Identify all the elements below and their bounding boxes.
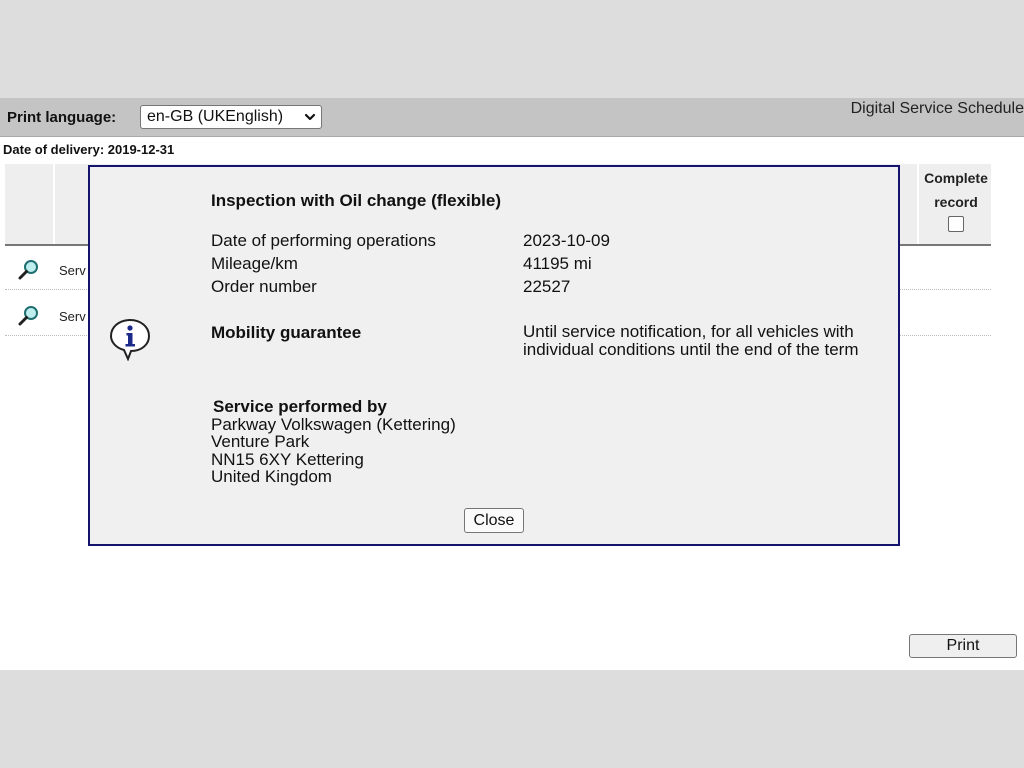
field-label-date: Date of performing operations <box>211 231 436 250</box>
field-value-date: 2023-10-09 <box>523 231 610 250</box>
service-performed-by-title: Service performed by <box>213 397 387 416</box>
chevron-down-icon <box>304 113 316 121</box>
complete-record-header-line1: Complete <box>924 170 988 186</box>
print-language-value: en-GB (UKEnglish) <box>147 108 284 125</box>
service-performed-by: Service performed by Parkway Volkswagen … <box>211 398 456 486</box>
dialog-title: Inspection with Oil change (flexible) <box>211 191 501 210</box>
print-button[interactable]: Print <box>909 634 1017 658</box>
complete-record-header: Complete record <box>921 164 991 244</box>
print-language-label: Print language: <box>7 109 117 126</box>
mobility-guarantee-value: Until service notification, for all vehi… <box>523 322 859 359</box>
field-label-order-number: Order number <box>211 277 317 296</box>
dealer-name: Parkway Volkswagen (Kettering) <box>211 414 456 434</box>
dealer-street: Venture Park <box>211 432 310 451</box>
magnifier-icon[interactable] <box>17 258 41 282</box>
field-value-order-number: 22527 <box>523 277 571 296</box>
service-detail-dialog: Inspection with Oil change (flexible) Da… <box>88 165 900 546</box>
close-button[interactable]: Close <box>464 508 524 533</box>
info-icon <box>109 318 151 361</box>
header-separator <box>917 164 919 244</box>
field-value-mileage: 41195 mi <box>523 254 592 273</box>
print-language-select[interactable]: en-GB (UKEnglish) <box>140 105 322 129</box>
header-separator <box>53 164 55 244</box>
complete-record-header-line2: record <box>934 194 978 210</box>
field-label-mileage: Mileage/km <box>211 254 298 273</box>
dealer-country: United Kingdom <box>211 467 332 486</box>
magnifier-icon[interactable] <box>17 304 41 328</box>
app-title: Digital Service Schedule <box>850 100 1024 117</box>
date-of-delivery: Date of delivery: 2019-12-31 <box>3 142 175 157</box>
complete-record-checkbox[interactable] <box>948 216 964 232</box>
mobility-guarantee-label: Mobility guarantee <box>211 323 362 342</box>
dealer-postcode-city: NN15 6XY Kettering <box>211 449 364 469</box>
toolbar: Print language: en-GB (UKEnglish) Digita… <box>0 98 1024 137</box>
